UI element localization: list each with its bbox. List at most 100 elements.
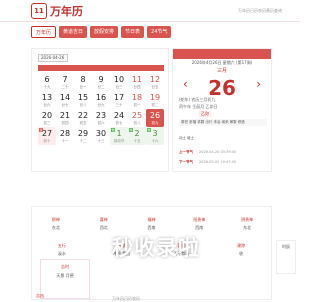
day-number: 22 [77, 111, 89, 120]
lucky-hours-body: 天恩 月德 [56, 273, 74, 278]
calendar-day-cell[interactable]: 22 初五 [74, 109, 92, 127]
calendar-day-cell[interactable]: 12 廿五 [146, 73, 164, 91]
calendar-day-cell[interactable]: 30 十三 [92, 127, 110, 145]
lunar-day: 三十 [115, 103, 123, 107]
info-cell: 五行 溪水 [32, 243, 92, 257]
prev-term-date: 2026-04-20 03:39:00 [199, 150, 237, 154]
day-number: 10 [113, 75, 125, 84]
calendar-day-cell[interactable]: 16 廿九 [92, 91, 110, 109]
day-number: 20 [41, 111, 53, 120]
prev-term-label: 上一节气 [179, 150, 193, 154]
site-logo-text[interactable]: 万年历 [50, 3, 83, 19]
lunar-day: 初三 [43, 121, 51, 125]
calendar-day-cell[interactable]: 15 廿八 [74, 91, 92, 109]
calendar-day-cell[interactable]: 14 廿七 [56, 91, 74, 109]
info-key: 阳贵神 [193, 217, 206, 222]
info-value: 东北 [51, 225, 60, 230]
lunar-day: 廿九 [97, 103, 105, 107]
calendar-day-cell[interactable]: 7 二十 [56, 73, 74, 91]
holiday-badge: 班 [39, 128, 43, 132]
info-value: 西南 [147, 225, 156, 230]
calendar-day-cell[interactable]: 28 十一 [56, 127, 74, 145]
day-number: 29 [77, 129, 89, 138]
nav-solar-terms[interactable]: 24节气 [147, 26, 172, 38]
nav-festivals[interactable]: 节日表 [121, 26, 145, 38]
day-tag: 乙卯 [199, 111, 211, 117]
day-number: 30 [95, 129, 107, 138]
site-slogan: 万年历日历农历黄历查询 [238, 8, 282, 13]
calendar-day-cell[interactable]: 23 初六 [92, 109, 110, 127]
lunar-day: 廿八 [79, 103, 87, 107]
lunar-day: 初十 [43, 139, 51, 143]
info-key: 建除 [237, 243, 246, 248]
info-value: 收 [239, 251, 244, 256]
nav-auspicious-days[interactable]: 黄道吉日 [59, 26, 88, 38]
prev-solar-term[interactable]: 上一节气 2026-04-20 03:39:00 [179, 150, 236, 155]
calendar-day-cell[interactable]: 19 初二 [146, 91, 164, 109]
calendar-day-cell[interactable]: 休 2 十五 [128, 127, 146, 145]
info-value: 东北 [243, 225, 252, 230]
nav-holidays[interactable]: 放假安排 [90, 26, 119, 38]
day-number: 8 [80, 75, 86, 84]
calendar-day-cell[interactable]: 班 27 初十 [38, 127, 56, 145]
lunar-day: 初九 [151, 121, 159, 125]
next-solar-term[interactable]: 下一节气 2026-05-05 19:47:00 [179, 160, 236, 165]
lunar-day: 初八 [133, 121, 141, 125]
next-term-label: 下一节气 [179, 160, 193, 164]
nav-calendar[interactable]: 万年历 [31, 26, 57, 38]
calendar-day-cell[interactable]: 11 廿四 [128, 73, 146, 91]
top-bar: 11 万年历 万年历日历农历黄历查询 [0, 0, 300, 22]
day-number: 6 [44, 75, 50, 84]
lunar-day: 廿三 [115, 85, 123, 89]
info-key: 阴贵神 [241, 217, 254, 222]
day-number: 12 [149, 75, 161, 84]
info-key: 五行 [57, 243, 66, 248]
calendar-day-cell[interactable]: 18 初一 [128, 91, 146, 109]
calendar-day-cell[interactable]: 21 初四 [56, 109, 74, 127]
day-number: 24 [113, 111, 125, 120]
lunar-day: 初六 [97, 121, 105, 125]
day-number: 15 [77, 93, 89, 102]
calendar-day-cell[interactable]: 25 初八 [128, 109, 146, 127]
weekday-header [38, 65, 164, 71]
ganzhi-text: 丙午年 壬辰月 乙卯日 [179, 104, 218, 109]
detail-header-bar [173, 49, 271, 59]
lunar-day: 廿六 [43, 103, 51, 107]
lunar-day: 廿七 [61, 103, 69, 107]
calendar-day-cell[interactable]: 10 廿三 [110, 73, 128, 91]
day-number: 26 [149, 111, 161, 120]
holiday-badge: 休 [111, 128, 115, 132]
lunar-full: (蛇年) 农历三月初九 [179, 97, 216, 102]
main-nav: 万年历 黄道吉日 放假安排 节日表 24节气 [31, 26, 172, 38]
next-day-icon[interactable]: › [256, 77, 261, 91]
calendar-day-cell[interactable]: 29 十二 [74, 127, 92, 145]
holiday-badge: 休 [129, 128, 133, 132]
calendar-day-cell[interactable]: 8 廿一 [74, 73, 92, 91]
date-select[interactable]: 2026-04-26 [38, 54, 68, 62]
info-cell: 财神 东北 [32, 217, 80, 231]
lunar-day: 初四 [61, 121, 69, 125]
day-number: 17 [113, 93, 125, 102]
lunar-day: 廿四 [133, 85, 141, 89]
calendar-day-cell[interactable]: 17 三十 [110, 91, 128, 109]
calendar-day-cell[interactable]: 休 1 劳动节 [110, 127, 128, 145]
calendar-day-cell[interactable]: 13 廿六 [38, 91, 56, 109]
calendar-day-cell[interactable]: 9 廿二 [92, 73, 110, 91]
calendar-day-cell[interactable]: 6 十九 [38, 73, 56, 91]
lunar-day: 十一 [61, 139, 69, 143]
calendar-logo-icon[interactable]: 11 [31, 3, 47, 19]
watermark: 秒收录啦 [112, 236, 200, 260]
calendar-day-cell[interactable]: 26 初九 [146, 109, 164, 127]
day-number: 11 [131, 75, 143, 84]
day-number: 13 [41, 93, 53, 102]
lunar-day: 初二 [151, 103, 159, 107]
day-number: 9 [98, 75, 104, 84]
calendar-day-cell[interactable]: 24 初七 [110, 109, 128, 127]
day-number: 18 [131, 93, 143, 102]
lunar-day: 初五 [79, 121, 87, 125]
info-cell: 建除收 [211, 243, 271, 257]
calendar-day-cell[interactable]: 20 初三 [38, 109, 56, 127]
calendar-day-cell[interactable]: 休 3 十六 [146, 127, 164, 145]
ji-list: 动土 破土 [179, 136, 195, 140]
solar-date: 2026年4月26日 星期六 (第17周) [191, 60, 253, 65]
